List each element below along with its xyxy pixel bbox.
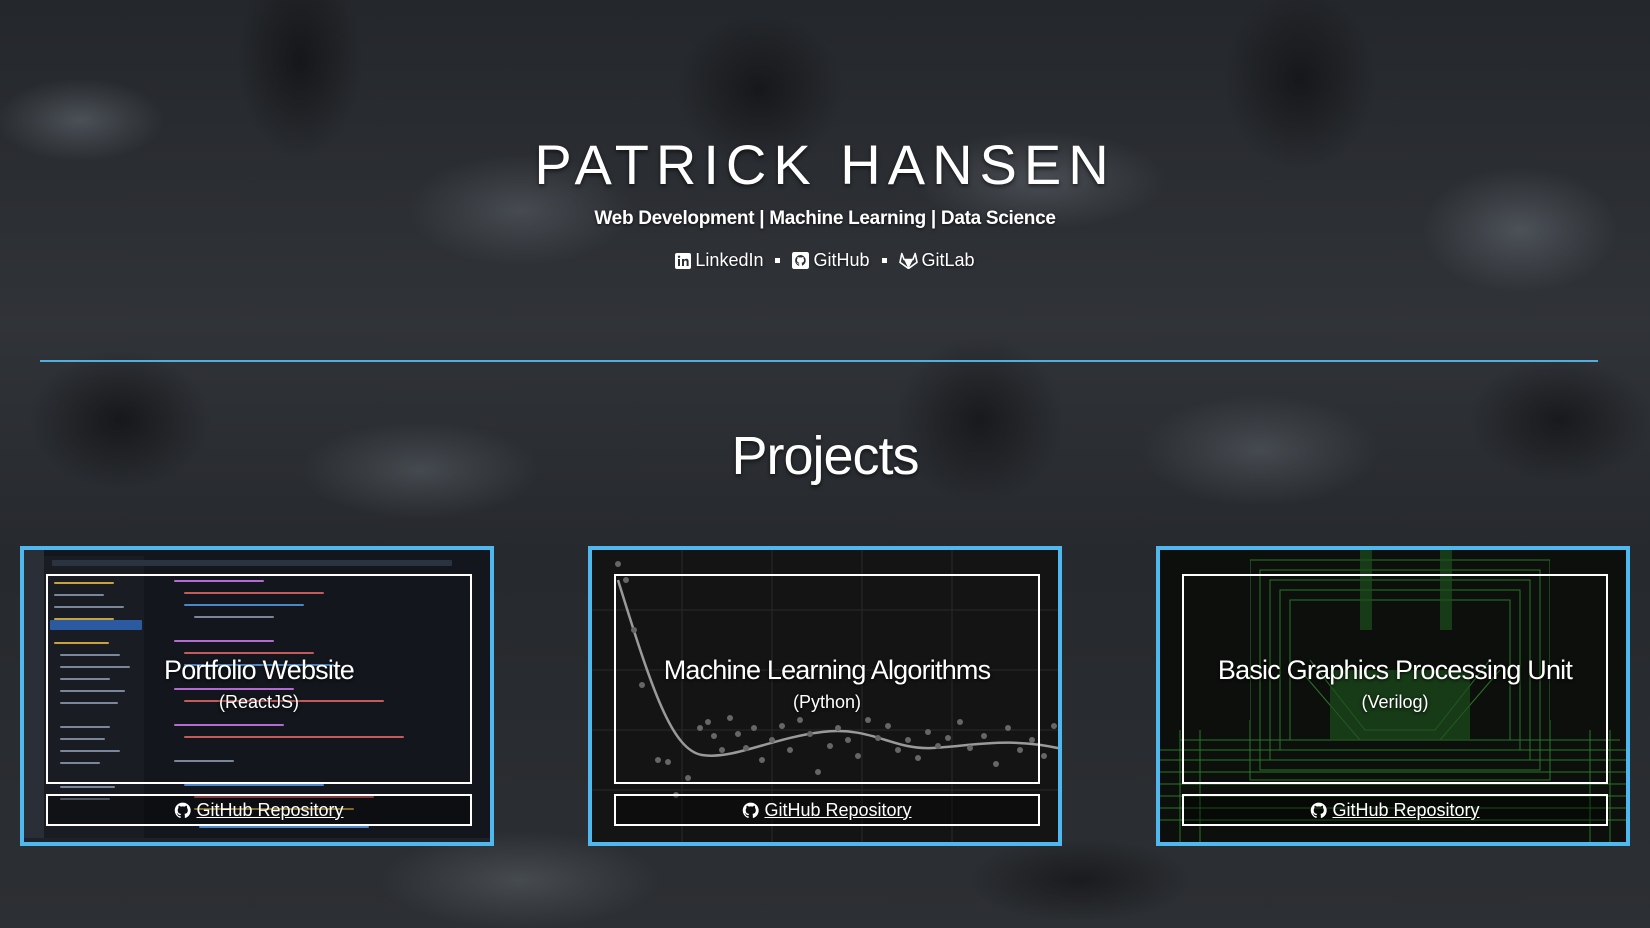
projects-heading: Projects	[731, 426, 919, 486]
project-tech: (ReactJS)	[218, 692, 299, 712]
github-icon	[792, 252, 810, 269]
tagline: Web Development | Machine Learning | Dat…	[594, 208, 1056, 229]
link-separator	[775, 258, 781, 263]
github-icon	[742, 802, 760, 819]
project-title: Basic Graphics Processing Unit	[1217, 655, 1573, 685]
github-repository-label: GitHub Repository	[764, 799, 912, 820]
linkedin-icon	[675, 252, 692, 269]
project-card-portfolio[interactable]: Portfolio Website (ReactJS) GitHub Repos…	[20, 546, 494, 846]
linkedin-link[interactable]: LinkedIn	[675, 250, 763, 271]
github-link[interactable]: GitHub	[792, 250, 870, 271]
site-header: PATRICK HANSEN Web Development | Machine…	[0, 130, 1650, 271]
project-card-body: Basic Graphics Processing Unit (Verilog)	[1182, 574, 1608, 784]
site-title: PATRICK HANSEN	[534, 133, 1116, 196]
project-card-body: Machine Learning Algorithms (Python)	[614, 574, 1040, 784]
social-links: LinkedIn GitHub GitLab	[0, 250, 1650, 271]
project-tech: (Python)	[792, 692, 862, 712]
project-card-body: Portfolio Website (ReactJS)	[46, 574, 472, 784]
gitlab-icon	[898, 252, 918, 269]
project-title: Machine Learning Algorithms	[663, 655, 991, 685]
link-separator	[881, 258, 887, 263]
gitlab-label: GitLab	[921, 250, 975, 270]
project-card-ml[interactable]: Machine Learning Algorithms (Python) Git…	[588, 546, 1062, 846]
github-icon	[174, 802, 192, 819]
header-divider	[40, 360, 1598, 362]
project-title: Portfolio Website	[164, 655, 355, 685]
github-icon	[1310, 802, 1328, 819]
github-label: GitHub	[813, 250, 870, 270]
gitlab-link[interactable]: GitLab	[898, 250, 975, 271]
github-repository-label: GitHub Repository	[196, 799, 344, 820]
project-card-gpu[interactable]: Basic Graphics Processing Unit (Verilog)…	[1156, 546, 1630, 846]
linkedin-label: LinkedIn	[695, 250, 764, 270]
github-repository-button[interactable]: GitHub Repository	[1182, 794, 1608, 826]
github-repository-button[interactable]: GitHub Repository	[614, 794, 1040, 826]
project-tech: (Verilog)	[1361, 692, 1429, 712]
github-repository-button[interactable]: GitHub Repository	[46, 794, 472, 826]
github-repository-label: GitHub Repository	[1332, 799, 1480, 820]
